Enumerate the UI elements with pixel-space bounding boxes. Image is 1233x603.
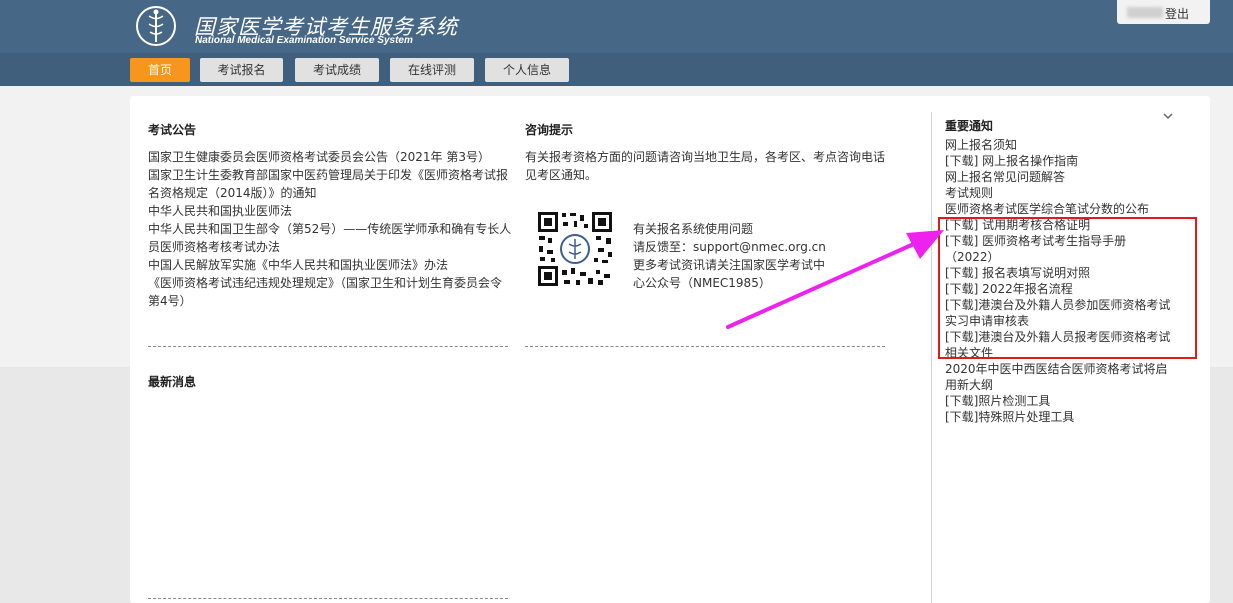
nav-home[interactable]: 首页	[130, 58, 190, 82]
qr-code-icon	[536, 210, 614, 288]
main-nav: 首页 考试报名 考试成绩 在线评测 个人信息	[0, 53, 1233, 86]
nav-personal-info[interactable]: 个人信息	[485, 58, 569, 82]
logout-button[interactable]: 登出	[1165, 5, 1189, 22]
announcement-link[interactable]: 《医师资格考试违纪违规处理规定》（国家卫生和计划生育委员会令	[148, 274, 511, 292]
announcement-link[interactable]: 国家卫生计生委教育部国家中医药管理局关于印发《医师资格考试报	[148, 166, 511, 184]
column-divider	[931, 112, 932, 603]
announcements-title: 考试公告	[148, 123, 197, 137]
medical-caduceus-icon	[136, 6, 176, 46]
chevron-down-icon[interactable]	[1163, 111, 1173, 121]
highlight-box	[938, 217, 1197, 359]
latest-news-title: 最新消息	[148, 375, 197, 389]
notice-link[interactable]: 医师资格考试医学综合笔试分数的公布	[945, 201, 1170, 217]
user-box: 登出	[1117, 0, 1210, 24]
announcement-link[interactable]: 中华人民共和国执业医师法	[148, 202, 511, 220]
notice-link[interactable]: [下载]照片检测工具	[945, 393, 1170, 409]
user-name-blurred	[1127, 7, 1163, 18]
consult-title: 咨询提示	[525, 123, 574, 137]
notice-link[interactable]: 考试规则	[945, 185, 1170, 201]
announcement-link[interactable]: 中华人民共和国卫生部令（第52号）——传统医学师承和确有专长人	[148, 220, 511, 238]
nav-online-assessment[interactable]: 在线评测	[390, 58, 474, 82]
consult-text: 有关报考资格方面的问题请咨询当地卫生局，各考区、考点咨询电话 见考区通知。	[525, 150, 886, 182]
header-bar: 国家医学考试考生服务系统 National Medical Examinatio…	[0, 0, 1233, 53]
site-subtitle: National Medical Examination Service Sys…	[195, 35, 413, 46]
notice-link[interactable]: 网上报名须知	[945, 137, 1170, 153]
notice-link[interactable]: [下载]特殊照片处理工具	[945, 409, 1170, 425]
announcement-link[interactable]: 国家卫生健康委员会医师资格考试委员会公告（2021年 第3号）	[148, 148, 511, 166]
announcements-list: 国家卫生健康委员会医师资格考试委员会公告（2021年 第3号） 国家卫生计生委教…	[148, 148, 511, 310]
notice-link[interactable]: 2020年中医中西医结合医师资格考试将启	[945, 361, 1170, 377]
notice-link[interactable]: 用新大纲	[945, 377, 1170, 393]
divider	[525, 346, 885, 347]
divider	[148, 598, 508, 599]
announcement-link[interactable]: 名资格规定（2014版）》的通知	[148, 184, 511, 202]
nav-exam-registration[interactable]: 考试报名	[200, 58, 283, 82]
notice-link[interactable]: [下载] 网上报名操作指南	[945, 153, 1170, 169]
nav-exam-scores[interactable]: 考试成绩	[295, 58, 379, 82]
divider	[148, 346, 508, 347]
announcement-link[interactable]: 员医师资格考核考试办法	[148, 238, 511, 256]
arrow-annotation-icon	[726, 230, 944, 329]
announcement-link[interactable]: 第4号）	[148, 292, 511, 310]
announcement-link[interactable]: 中国人民解放军实施《中华人民共和国执业医师法》办法	[148, 256, 511, 274]
notices-title: 重要通知	[945, 119, 994, 133]
notice-link[interactable]: 网上报名常见问题解答	[945, 169, 1170, 185]
